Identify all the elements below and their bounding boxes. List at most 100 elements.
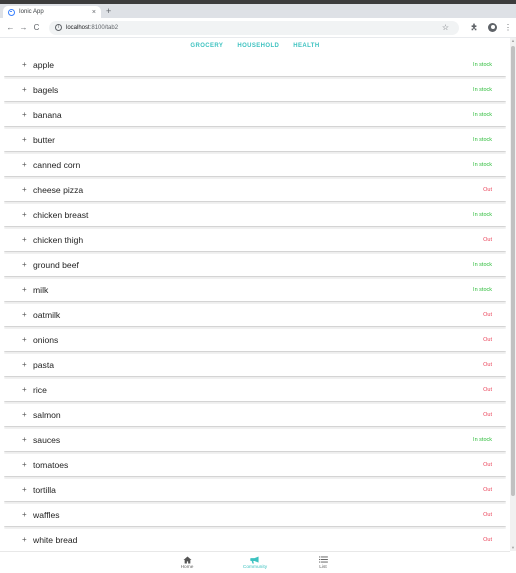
stock-status: In stock [473, 437, 492, 443]
segment-grocery[interactable]: GROCERY [183, 43, 230, 49]
url-input[interactable]: i localhost:8100/tab2 ☆ [49, 20, 459, 35]
list-icon [318, 555, 328, 564]
bookmark-star-icon[interactable]: ☆ [442, 23, 449, 32]
browser-tab[interactable]: Ionic App × [3, 6, 101, 18]
stock-status: Out [483, 537, 492, 543]
list-item[interactable]: + apple In stock [4, 54, 506, 76]
segment-household[interactable]: HOUSEHOLD [230, 43, 286, 49]
stock-status: In stock [473, 262, 492, 268]
expand-plus-icon[interactable]: + [22, 411, 27, 419]
expand-plus-icon[interactable]: + [22, 61, 27, 69]
list-item[interactable]: + onions Out [4, 329, 506, 351]
tab-community[interactable]: Community [221, 552, 289, 573]
reload-button[interactable]: C [30, 23, 43, 32]
list-item[interactable]: + milk In stock [4, 279, 506, 301]
expand-plus-icon[interactable]: + [22, 361, 27, 369]
list-item[interactable]: + tomatoes Out [4, 454, 506, 476]
expand-plus-icon[interactable]: + [22, 211, 27, 219]
scrollbar-thumb[interactable] [511, 46, 515, 496]
stock-status: In stock [473, 62, 492, 68]
item-name: chicken breast [33, 210, 89, 220]
item-name: waffles [33, 510, 60, 520]
expand-plus-icon[interactable]: + [22, 86, 27, 94]
item-name: pasta [33, 360, 55, 370]
expand-plus-icon[interactable]: + [22, 186, 27, 194]
profile-icon[interactable] [488, 23, 497, 32]
item-name: oatmilk [33, 310, 61, 320]
back-button[interactable]: ← [4, 23, 17, 32]
item-name: tortilla [33, 485, 56, 495]
expand-plus-icon[interactable]: + [22, 511, 27, 519]
expand-plus-icon[interactable]: + [22, 311, 27, 319]
list-item[interactable]: + sauces In stock [4, 429, 506, 451]
site-info-icon[interactable]: i [55, 24, 62, 31]
item-name: white bread [33, 535, 78, 545]
item-name: cheese pizza [33, 185, 84, 195]
item-list: + apple In stock + bagels In stock + banana In s… [4, 54, 506, 549]
page-scrollbar[interactable]: ▲ ▼ [510, 38, 516, 551]
list-item[interactable]: + salmon Out [4, 404, 506, 426]
forward-button[interactable]: → [17, 23, 30, 32]
item-name: tomatoes [33, 460, 69, 470]
expand-plus-icon[interactable]: + [22, 261, 27, 269]
url-path: :8100/tab2 [89, 24, 119, 31]
expand-plus-icon[interactable]: + [22, 536, 27, 544]
stock-status: Out [483, 312, 492, 318]
list-item[interactable]: + oatmilk Out [4, 304, 506, 326]
list-item[interactable]: + rice Out [4, 379, 506, 401]
scroll-down-arrow-icon[interactable]: ▼ [511, 546, 515, 550]
expand-plus-icon[interactable]: + [22, 336, 27, 344]
list-item[interactable]: + canned corn In stock [4, 154, 506, 176]
stock-status: Out [483, 187, 492, 193]
category-segment: GROCERY HOUSEHOLD HEALTH [0, 38, 510, 54]
item-name: butter [33, 135, 55, 145]
tab-home-label: Home [180, 565, 194, 570]
browser-menu-icon[interactable]: ⋮ [504, 23, 512, 32]
list-item[interactable]: + pasta Out [4, 354, 506, 376]
tab-community-label: Community [242, 565, 268, 570]
item-name: onions [33, 335, 59, 345]
address-bar: ← → C i localhost:8100/tab2 ☆ ⋮ [0, 18, 516, 38]
list-item[interactable]: + banana In stock [4, 104, 506, 126]
tab-list[interactable]: List [289, 552, 357, 573]
expand-plus-icon[interactable]: + [22, 161, 27, 169]
list-item[interactable]: + white bread Out [4, 529, 506, 549]
expand-plus-icon[interactable]: + [22, 386, 27, 394]
stock-status: Out [483, 487, 492, 493]
item-name: apple [33, 60, 55, 70]
stock-status: Out [483, 362, 492, 368]
stock-status: Out [483, 337, 492, 343]
list-item[interactable]: + tortilla Out [4, 479, 506, 501]
list-item[interactable]: + bagels In stock [4, 79, 506, 101]
stock-status: Out [483, 512, 492, 518]
stock-status: In stock [473, 212, 492, 218]
list-item[interactable]: + cheese pizza Out [4, 179, 506, 201]
item-name: chicken thigh [33, 235, 84, 245]
tab-title: Ionic App [19, 9, 44, 15]
url-text: localhost:8100/tab2 [66, 25, 442, 31]
list-item[interactable]: + waffles Out [4, 504, 506, 526]
list-item[interactable]: + butter In stock [4, 129, 506, 151]
list-item[interactable]: + chicken thigh Out [4, 229, 506, 251]
expand-plus-icon[interactable]: + [22, 436, 27, 444]
list-item[interactable]: + chicken breast In stock [4, 204, 506, 226]
expand-plus-icon[interactable]: + [22, 461, 27, 469]
expand-plus-icon[interactable]: + [22, 236, 27, 244]
expand-plus-icon[interactable]: + [22, 486, 27, 494]
extensions-icon[interactable] [470, 22, 478, 33]
list-item[interactable]: + ground beef In stock [4, 254, 506, 276]
expand-plus-icon[interactable]: + [22, 286, 27, 294]
tab-close-icon[interactable]: × [92, 9, 96, 16]
expand-plus-icon[interactable]: + [22, 136, 27, 144]
expand-plus-icon[interactable]: + [22, 111, 27, 119]
segment-health[interactable]: HEALTH [286, 43, 326, 49]
new-tab-button[interactable]: + [106, 7, 111, 16]
tab-home[interactable]: Home [153, 552, 221, 573]
app-content: GROCERY HOUSEHOLD HEALTH + apple In stock +… [0, 38, 510, 573]
stock-status: In stock [473, 137, 492, 143]
browser-tab-bar: Ionic App × + [0, 4, 516, 18]
scroll-up-arrow-icon[interactable]: ▲ [511, 39, 515, 43]
item-name: milk [33, 285, 49, 295]
item-name: sauces [33, 435, 61, 445]
item-name: canned corn [33, 160, 81, 170]
